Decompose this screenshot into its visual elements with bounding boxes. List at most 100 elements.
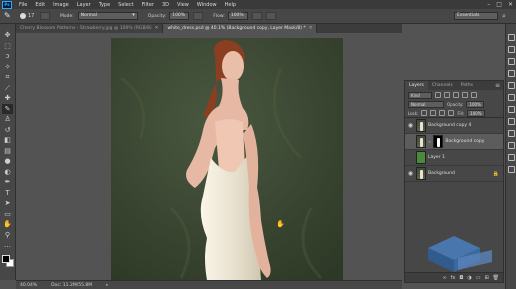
pen-tool-icon[interactable]: ✒ [2,177,13,188]
close-tab-icon[interactable]: ✕ [309,24,313,33]
layer-mask-thumbnail[interactable] [433,135,444,148]
gradient-tool-icon[interactable]: ▤ [2,146,13,157]
blur-tool-icon[interactable]: ● [2,156,13,167]
menu-help[interactable]: Help [221,2,240,8]
pressure-opacity-icon[interactable] [193,12,204,20]
pressure-size-icon[interactable] [265,12,276,20]
menu-select[interactable]: Select [114,2,137,8]
paragraph-panel-icon[interactable] [507,130,515,137]
brush-panel-toggle-icon[interactable] [40,12,50,20]
canvas-area[interactable]: ✋ [16,33,402,280]
eye-hidden-icon[interactable] [407,138,414,145]
blend-mode-select[interactable]: Normal [408,101,444,108]
search-icon[interactable]: ⌕ [502,11,512,21]
filter-smart-object-icon[interactable] [471,92,477,98]
color-panel-icon[interactable] [507,58,515,65]
menu-file[interactable]: File [15,2,31,8]
filter-adjustment-icon[interactable] [444,92,450,98]
layer-row[interactable]: Layer 1 [405,150,503,166]
filter-kind-select[interactable]: Kind [408,91,432,99]
tab-cherry-blossom[interactable]: Cherry Blossom Patterns - Strawberry.jpg… [16,24,164,33]
marquee-tool-icon[interactable]: ⬚ [2,41,13,52]
eye-visibility-icon[interactable]: ◉ [407,122,414,129]
lock-pixels-icon[interactable] [421,110,428,116]
menu-view[interactable]: View [173,2,193,8]
eraser-tool-icon[interactable]: ◧ [2,135,13,146]
tab-layers[interactable]: Layers [405,81,428,90]
document-image[interactable]: ✋ [111,38,343,280]
eye-visibility-icon[interactable]: ◉ [407,170,414,177]
menu-edit[interactable]: Edit [31,2,49,8]
shape-tool-icon[interactable]: ▭ [2,209,13,220]
menu-window[interactable]: Window [193,2,221,8]
lock-paint-icon[interactable] [430,110,437,116]
brush-panel-icon[interactable] [507,106,515,113]
fill-input[interactable]: 100% [467,109,486,117]
airbrush-icon[interactable] [251,12,262,20]
tab-channels[interactable]: Channels [428,81,457,90]
close-tab-icon[interactable]: ✕ [155,24,159,33]
lasso-tool-icon[interactable]: ↄ [2,51,13,62]
crop-tool-icon[interactable]: ⌗ [2,72,13,83]
dodge-tool-icon[interactable]: ◐ [2,167,13,178]
workspace-select[interactable]: Essentials [454,12,498,20]
zoom-level[interactable]: 40.04% [20,283,37,288]
zoom-tool-icon[interactable]: ⚲ [2,230,13,241]
info-panel-icon[interactable] [507,154,515,161]
character-panel-icon[interactable] [507,118,515,125]
close-button[interactable]: ✕ [508,0,513,9]
panel-menu-icon[interactable]: ≡ [495,81,503,90]
history-panel-icon[interactable] [507,34,515,41]
layer-name[interactable]: Background copy 4 [428,123,471,128]
layer-row[interactable]: ◉ Background 🔒 [405,166,503,182]
quick-select-tool-icon[interactable]: ✧ [2,62,13,73]
lock-all-icon[interactable] [448,110,455,116]
navigator-panel-icon[interactable] [507,142,515,149]
flow-input[interactable]: 100% [227,12,248,20]
libraries-panel-icon[interactable] [507,166,515,173]
menu-type[interactable]: Type [95,2,114,8]
mode-select[interactable]: Normal [77,12,138,20]
brush-tool-icon[interactable]: ✎ [2,103,13,114]
minimize-button[interactable]: – [487,0,490,9]
path-select-tool-icon[interactable]: ➤ [2,198,13,209]
filter-shape-icon[interactable] [462,92,468,98]
lock-position-icon[interactable] [439,110,446,116]
more-tools-icon[interactable]: … [2,240,13,251]
tab-white-dress[interactable]: white_dress.psd @ 40.1% (Background copy… [163,24,318,33]
eyedropper-tool-icon[interactable]: ⟋ [2,83,13,94]
color-swatches[interactable] [1,254,14,267]
layer-row[interactable]: ◉ Background copy 4 [405,118,503,134]
maximize-button[interactable]: □ [496,0,502,9]
filter-pixel-icon[interactable] [435,92,441,98]
hand-tool-icon[interactable]: ✋ [2,219,13,230]
layer-name[interactable]: Layer 1 [428,155,445,160]
opacity-input[interactable]: 100% [169,12,190,20]
swatches-panel-icon[interactable] [507,70,515,77]
mask-link-icon[interactable]: ∞ [428,139,431,144]
clone-stamp-tool-icon[interactable]: ♙ [2,114,13,125]
layer-row[interactable]: ∞ Background copy [405,134,503,150]
layer-name[interactable]: Background copy [445,139,484,144]
layer-name[interactable]: Background [428,171,455,176]
foreground-color-swatch[interactable] [1,254,10,263]
brush-tool-icon[interactable]: ✎ [4,11,14,21]
adjustments-panel-icon[interactable] [507,82,515,89]
menu-3d[interactable]: 3D [158,2,173,8]
brush-preset-picker[interactable]: 17 [20,12,36,21]
eye-hidden-icon[interactable] [407,154,414,161]
menu-filter[interactable]: Filter [138,2,158,8]
move-tool-icon[interactable]: ✥ [2,30,13,41]
healing-tool-icon[interactable]: ✚ [2,93,13,104]
menu-layer[interactable]: Layer [73,2,95,8]
status-menu-icon[interactable]: ▸ [106,283,108,288]
tab-paths[interactable]: Paths [457,81,477,90]
properties-panel-icon[interactable] [507,46,515,53]
history-brush-tool-icon[interactable]: ↺ [2,125,13,136]
layer-opacity-input[interactable]: 100% [466,101,485,108]
brush-size: 17 [28,13,35,19]
type-tool-icon[interactable]: T [2,188,13,199]
menu-image[interactable]: Image [49,2,73,8]
styles-panel-icon[interactable] [507,94,515,101]
filter-type-icon[interactable] [453,92,459,98]
